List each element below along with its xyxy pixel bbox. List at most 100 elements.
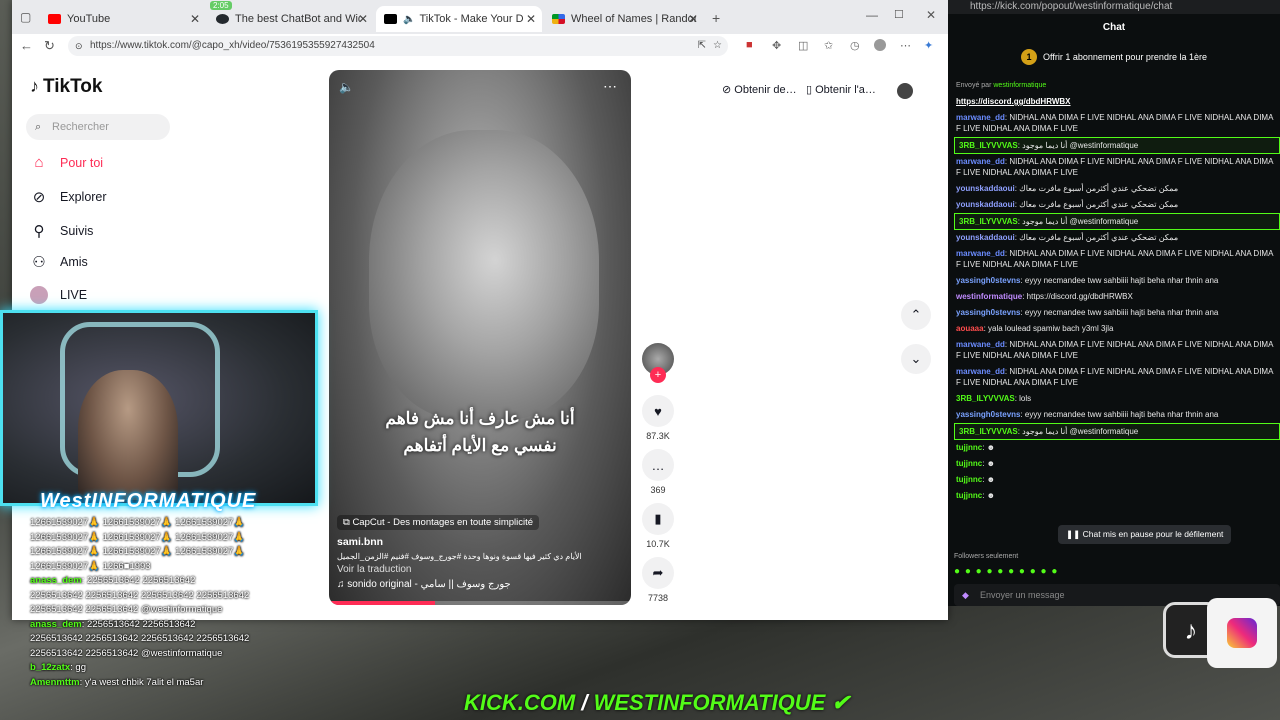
chevron-down-icon: ⌄	[910, 351, 922, 366]
chat-message: marwane_dd: NIDHAL ANA DIMA F LIVE NIDHA…	[954, 154, 1280, 181]
chat-username[interactable]: tujjnnc	[956, 491, 982, 500]
close-window-icon[interactable]: ✕	[926, 8, 936, 22]
chat-username[interactable]: 3RB_ILYVVVAS	[959, 217, 1018, 226]
close-tab-icon[interactable]: ✕	[190, 12, 200, 26]
nav-live[interactable]: LIVE	[30, 286, 87, 304]
share-button[interactable]: ➦ 7738	[642, 557, 674, 603]
chat-message: aouaaa: yala loulead spamiw bach y3ml 3j…	[954, 321, 1280, 337]
pinned-link[interactable]: https://discord.gg/dbdHRWBX	[954, 94, 1280, 110]
chat-username[interactable]: 3RB_ILYVVVAS	[959, 427, 1018, 436]
save-button[interactable]: ▮ 10.7K	[642, 503, 674, 549]
chat-text: : ☻	[982, 475, 996, 484]
creator-avatar[interactable]: +	[642, 343, 674, 383]
video-progress-bar[interactable]	[329, 601, 631, 605]
maximize-icon[interactable]: ☐	[894, 8, 904, 21]
chat-username[interactable]: westinformatique	[956, 292, 1022, 301]
overlay-chat-line: 2256513642 2256513642 2256513642 2256513…	[30, 632, 320, 647]
overlay-chat-line: 12661539027🙏 1266■1993	[30, 560, 320, 575]
tab-chatbot[interactable]: The best ChatBot and Widgets fo ✕	[208, 6, 374, 32]
next-video-button[interactable]: ⌄	[901, 344, 931, 374]
copilot-icon[interactable]: ✦	[924, 39, 933, 52]
nav-for-you[interactable]: ⌂ Pour toi	[30, 154, 103, 171]
close-tab-icon[interactable]: ✕	[358, 12, 368, 26]
chat-username[interactable]: marwane_dd	[956, 367, 1005, 376]
site-info-icon[interactable]: ⊙	[75, 36, 83, 56]
close-tab-icon[interactable]: ✕	[688, 12, 698, 26]
overlay-chat-text: 12661539027🙏 12661539027🙏 12661539027🙏	[30, 531, 246, 543]
capcut-anchor[interactable]: ⧉ CapCut - Des montages en toute simplic…	[337, 515, 540, 530]
user-badge-icon: ◆	[962, 590, 969, 600]
tab-actions-icon[interactable]: ▢	[20, 10, 31, 24]
tab-youtube[interactable]: YouTube ✕	[40, 6, 206, 32]
comment-button[interactable]: … 369	[642, 449, 674, 495]
follow-plus-icon[interactable]: +	[650, 367, 666, 383]
close-tab-icon[interactable]: ✕	[526, 12, 536, 26]
chat-username[interactable]: yassingh0stevns	[956, 276, 1020, 285]
chat-username[interactable]: tujjnnc	[956, 443, 982, 452]
overlay-chat-line: anass_dem: 2256513642 2256513642	[30, 574, 320, 589]
tab-wheel-of-names[interactable]: Wheel of Names | Random name ✕	[544, 6, 704, 32]
video-player[interactable]: 🔈 ⋯ أنا مش عارف أنا مش فاهم نفسي مع الأي…	[329, 70, 631, 605]
compass-icon: ⊘	[32, 189, 46, 206]
url-field[interactable]: ⊙ https://www.tiktok.com/@capo_xh/video/…	[68, 36, 728, 56]
heart-icon: ♥	[642, 395, 674, 427]
search-input[interactable]: ⌕ Rechercher	[26, 114, 170, 140]
kick-url-bar[interactable]: https://kick.com/popout/westinformatique…	[948, 0, 1280, 14]
chat-username[interactable]: marwane_dd	[956, 113, 1005, 122]
like-button[interactable]: ♥ 87.3K	[642, 395, 674, 441]
chat-paused-button[interactable]: ❚❚ Chat mis en pause pour le défilement	[1058, 525, 1232, 544]
nav-friends[interactable]: ⚇ Amis	[30, 253, 88, 271]
open-external-icon[interactable]: ⇱	[698, 36, 706, 56]
split-screen-icon[interactable]: ◫	[798, 39, 808, 52]
sound-link[interactable]: ♫ sonido original - جورج وسوف || سامي	[337, 579, 627, 590]
chat-username[interactable]: younskaddaoui	[956, 184, 1015, 193]
profile-avatar-icon[interactable]	[874, 39, 886, 51]
favorite-star-icon[interactable]: ☆	[713, 36, 722, 56]
minimize-icon[interactable]: —	[866, 8, 878, 22]
chat-username[interactable]: tujjnnc	[956, 475, 982, 484]
tiktok-logo[interactable]: ♪ TikTok	[30, 76, 102, 98]
get-coins-button[interactable]: ⊘ Obtenir de…	[722, 83, 797, 96]
phone-icon: ▯	[806, 84, 816, 96]
chat-username[interactable]: yassingh0stevns	[956, 308, 1020, 317]
chat-username[interactable]: marwane_dd	[956, 340, 1005, 349]
chat-username[interactable]: 3RB_ILYVVVAS	[956, 394, 1015, 403]
share-icon: ➦	[642, 557, 674, 589]
get-app-button[interactable]: ▯ Obtenir l'a…	[806, 83, 876, 96]
chat-text: : eyyy necmandee tww sahbiiii hajti beha…	[1020, 308, 1219, 317]
chat-username[interactable]: marwane_dd	[956, 157, 1005, 166]
chat-username[interactable]: marwane_dd	[956, 249, 1005, 258]
more-menu-icon[interactable]: ⋯	[900, 39, 911, 52]
new-tab-icon[interactable]: +	[712, 10, 720, 26]
refresh-icon[interactable]: ↻	[44, 38, 55, 54]
chat-username[interactable]: younskaddaoui	[956, 233, 1015, 242]
chat-username[interactable]: younskaddaoui	[956, 200, 1015, 209]
volume-icon[interactable]: 🔈	[339, 80, 354, 94]
speaker-icon[interactable]: 🔈	[403, 14, 415, 25]
chat-text: : ☻	[982, 491, 996, 500]
extension-icon[interactable]: ■	[746, 39, 753, 51]
user-avatar[interactable]	[897, 83, 913, 99]
chat-username[interactable]: aouaaa	[956, 324, 984, 333]
nav-explore[interactable]: ⊘ Explorer	[30, 188, 107, 206]
streamer-image	[78, 370, 178, 500]
gift-sub-banner[interactable]: 1 Offrir 1 abonnement pour prendre la 1è…	[948, 42, 1280, 72]
extension-puzzle-icon[interactable]: ✥	[772, 39, 781, 52]
tab-tiktok[interactable]: 🔈 TikTok - Make Your Day ✕	[376, 6, 542, 32]
streamer-banner: WestINFORMATIQUE	[40, 490, 257, 512]
chat-username[interactable]: yassingh0stevns	[956, 410, 1020, 419]
video-author[interactable]: sami.bnn	[337, 536, 627, 548]
emote-bar[interactable]: ● ● ● ● ● ● ● ● ● ●	[954, 566, 1058, 577]
previous-video-button[interactable]: ⌃	[901, 300, 931, 330]
more-options-icon[interactable]: ⋯	[603, 78, 617, 95]
chat-username[interactable]: 3RB_ILYVVVAS	[959, 141, 1018, 150]
kick-message-list[interactable]: Envoyé par westinformatique https://disc…	[954, 78, 1280, 588]
translate-link[interactable]: Voir la traduction	[337, 564, 627, 575]
chat-username[interactable]: tujjnnc	[956, 459, 982, 468]
nav-following[interactable]: ⚲ Suivis	[30, 222, 94, 240]
bookmark-icon: ▮	[642, 503, 674, 535]
back-icon[interactable]: ←	[20, 38, 33, 53]
tiktok-note-icon: ♪	[30, 76, 39, 96]
favorites-icon[interactable]: ✩	[824, 39, 833, 52]
history-icon[interactable]: ◷	[850, 39, 860, 52]
